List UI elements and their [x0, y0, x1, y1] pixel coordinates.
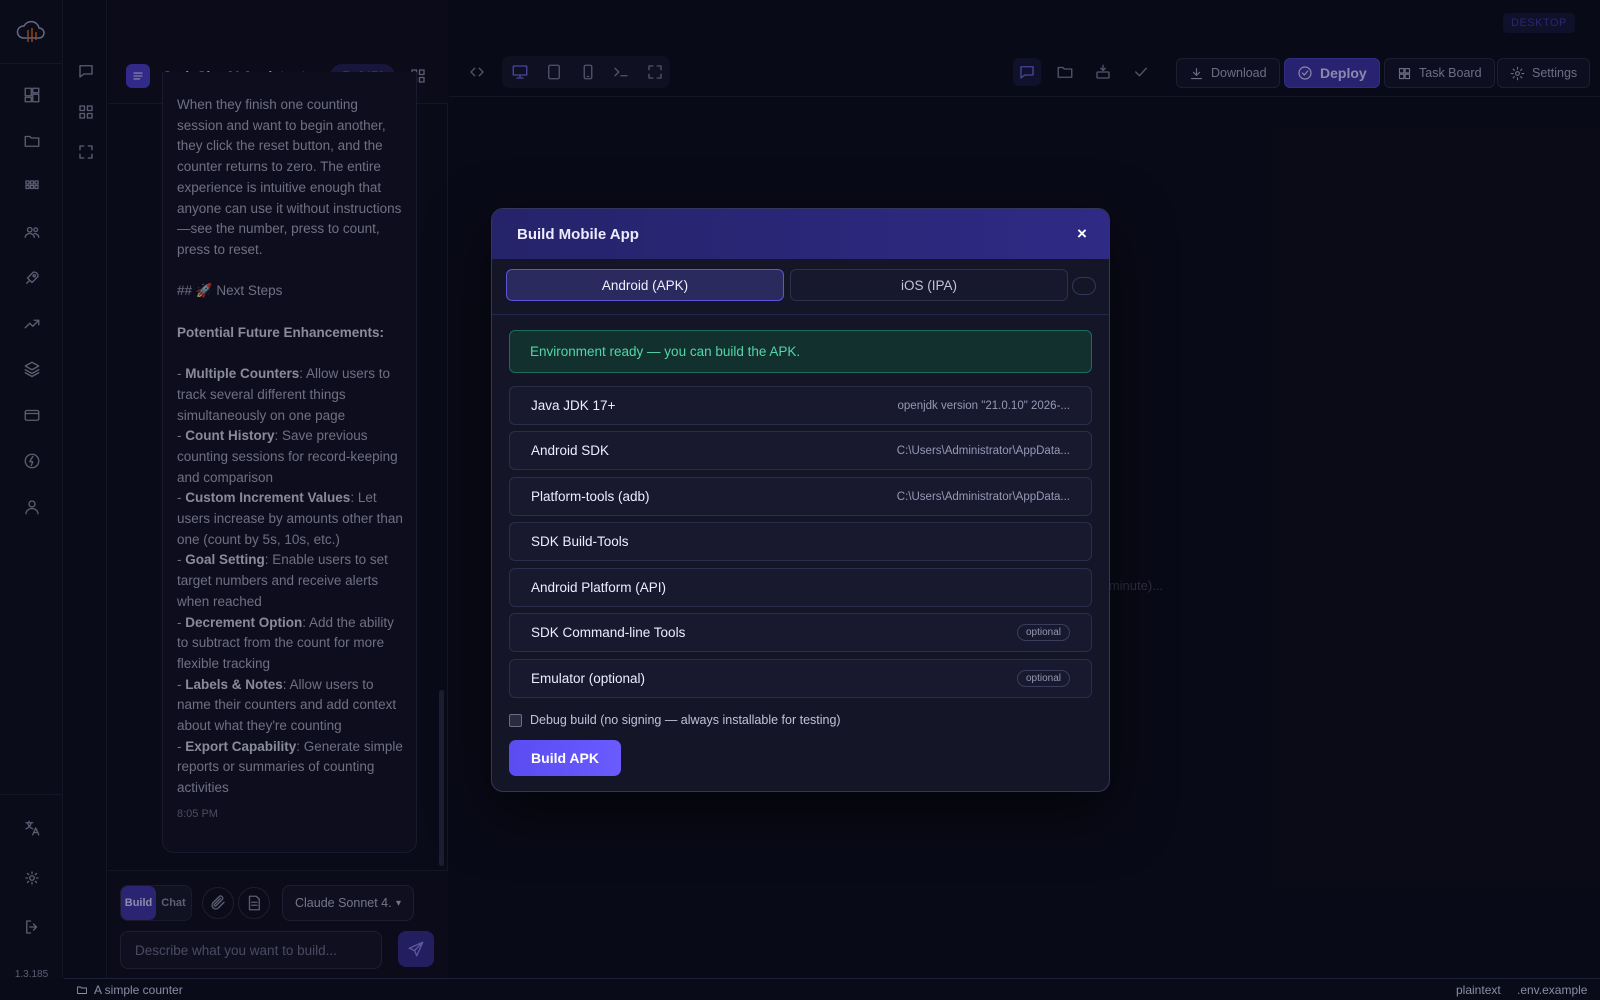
modal-title: Build Mobile App [517, 226, 639, 243]
requirement-row: Java JDK 17+ openjdk version "21.0.10" 2… [509, 386, 1092, 425]
requirement-name: Java JDK 17+ [531, 398, 616, 413]
project-name: A simple counter [94, 983, 183, 997]
requirement-name: Android Platform (API) [531, 580, 667, 595]
requirement-detail: C:\Users\Administrator\AppData... [896, 444, 1070, 457]
requirement-name: Android SDK [531, 443, 610, 458]
platform-tabs: Android (APK) iOS (IPA) [492, 259, 1109, 315]
close-icon[interactable]: × [1071, 223, 1093, 245]
tab-ios[interactable]: iOS (IPA) [790, 269, 1068, 301]
language-indicator[interactable]: plaintext [1456, 983, 1501, 997]
requirement-name: SDK Command-line Tools [531, 625, 686, 640]
project-indicator[interactable]: A simple counter [76, 983, 183, 997]
build-mobile-app-modal: Build Mobile App × Android (APK) iOS (IP… [491, 208, 1110, 792]
status-bar: A simple counter plaintext .env.example [64, 978, 1600, 1000]
requirement-row: SDK Build-Tools [509, 522, 1092, 561]
requirement-row: Android SDK C:\Users\Administrator\AppDa… [509, 431, 1092, 470]
requirement-detail: C:\Users\Administrator\AppData... [896, 490, 1070, 503]
requirement-row: SDK Command-line Tools optional [509, 613, 1092, 652]
modal-header: Build Mobile App × [492, 209, 1109, 259]
folder-icon [77, 986, 87, 994]
debug-build-checkbox[interactable] [509, 713, 522, 727]
env-status-banner: Environment ready — you can build the AP… [509, 330, 1092, 373]
requirement-row: Android Platform (API) [509, 568, 1092, 607]
optional-badge: optional [1016, 670, 1070, 687]
requirement-name: Emulator (optional) [531, 671, 646, 686]
requirement-name: Platform-tools (adb) [531, 489, 650, 504]
debug-build-option[interactable]: Debug build (no signing — always install… [509, 713, 841, 727]
tab-android[interactable]: Android (APK) [506, 269, 784, 301]
requirement-detail: openjdk version "21.0.10" 2026-... [897, 399, 1070, 412]
optional-badge: optional [1016, 624, 1070, 641]
requirement-row: Platform-tools (adb) C:\Users\Administra… [509, 477, 1092, 516]
build-apk-button[interactable]: Build APK [509, 740, 621, 776]
requirement-row: Emulator (optional) optional [509, 659, 1092, 698]
debug-build-label: Debug build (no signing — always install… [530, 713, 841, 727]
tab-extra-toggle[interactable] [1072, 277, 1096, 295]
requirement-name: SDK Build-Tools [531, 534, 629, 549]
current-file[interactable]: .env.example [1517, 983, 1587, 997]
